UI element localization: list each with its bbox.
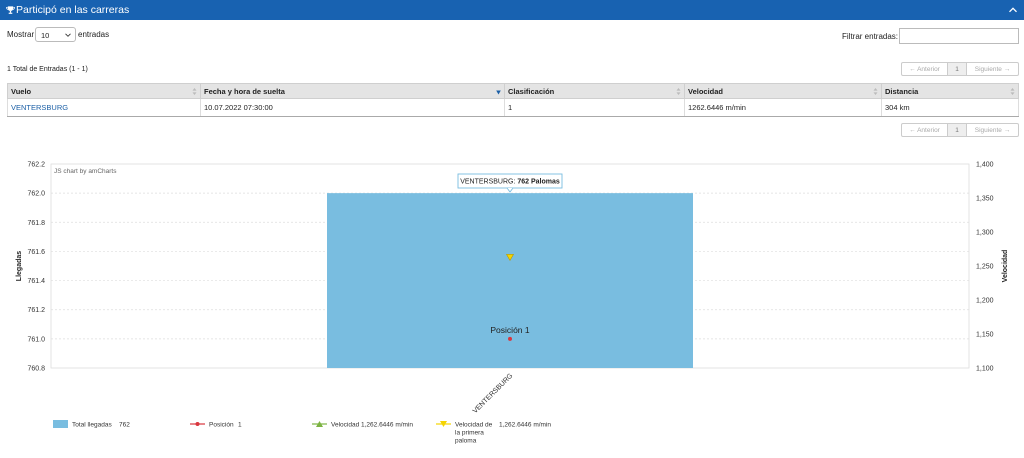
table-row: VENTERSBURG 10.07.2022 07:30:00 1 1262.6… — [7, 98, 1019, 117]
tooltip-text: VENTERSBURG: 762 Palomas — [460, 179, 560, 186]
panel-header[interactable]: Participó en las carreras — [0, 0, 1024, 20]
legend-value: 762 — [119, 422, 130, 429]
chevron-down-icon — [65, 33, 71, 37]
cell-velocidad: 1262.6446 m/min — [684, 98, 882, 117]
pager-page-button[interactable]: 1 — [948, 123, 967, 137]
bar-total-llegadas — [327, 193, 693, 368]
legend-value: 1 — [238, 422, 242, 429]
x-tick-label: VENTERSBURG — [472, 372, 515, 415]
column-header-velocidad[interactable]: Velocidad — [684, 83, 882, 99]
sort-icon — [1010, 88, 1015, 95]
y-axis-label-left: Llegadas — [16, 251, 23, 281]
cell-distancia: 304 km — [881, 98, 1019, 117]
pager-next-button[interactable]: Siguiente → — [967, 123, 1019, 137]
races-table: Vuelo Fecha y hora de suelta Clasificaci… — [7, 83, 1019, 117]
sort-desc-icon — [496, 90, 501, 95]
trophy-icon — [6, 6, 15, 14]
tooltip-category: VENTERSBURG: — [460, 179, 517, 186]
sort-icon — [676, 88, 681, 95]
sort-icon — [192, 88, 197, 95]
y-tick-label-right: 1,300 — [976, 230, 994, 237]
column-header-clasificacion[interactable]: Clasificación — [504, 83, 685, 99]
sort-icon — [873, 88, 878, 95]
y-tick-label-left: 761.8 — [27, 220, 45, 227]
pager-bottom: ← Anterior 1 Siguiente → — [901, 123, 1019, 137]
y-tick-label-left: 762.2 — [27, 162, 45, 169]
legend-label: Posición — [209, 422, 234, 429]
y-tick-label-right: 1,100 — [976, 366, 994, 373]
length-label: Mostrar — [7, 30, 35, 39]
posicion-label: Posición 1 — [490, 325, 529, 335]
cell-vuelo: VENTERSBURG — [7, 98, 201, 117]
y-tick-label-right: 1,200 — [976, 298, 994, 305]
column-header-fecha[interactable]: Fecha y hora de suelta — [200, 83, 505, 99]
legend-value: 1,262.6446 m/min — [499, 422, 551, 429]
chart-svg: 760.8 761.0 761.2 761.4 761.6 761.8 762.0 762.2… — [16, 162, 1009, 445]
legend-value: 1,262.6446 m/min — [361, 422, 413, 429]
pager-next-button[interactable]: Siguiente → — [967, 62, 1019, 76]
pager-prev-button[interactable]: ← Anterior — [901, 62, 948, 76]
legend-label: Velocidad de la primera paloma — [455, 422, 493, 445]
pager-top: ← Anterior 1 Siguiente → — [901, 62, 1019, 76]
y-tick-label-left: 761.4 — [27, 278, 45, 285]
legend-marker — [53, 420, 68, 428]
y-tick-label-left: 761.0 — [27, 336, 45, 343]
legend-label: Total llegadas — [72, 422, 112, 429]
length-suffix: entradas — [78, 30, 110, 39]
cell-fecha: 10.07.2022 07:30:00 — [200, 98, 505, 117]
y-tick-label-left: 760.8 — [27, 366, 45, 373]
length-select-value: 10 — [41, 31, 50, 40]
y-tick-label-right: 1,350 — [976, 196, 994, 203]
race-link[interactable]: VENTERSBURG — [11, 103, 68, 112]
length-select[interactable]: 10 — [35, 27, 76, 42]
filter-label: Filtrar entradas: — [842, 32, 899, 41]
pager-prev-button[interactable]: ← Anterior — [901, 123, 948, 137]
y-tick-label-left: 762.0 — [27, 191, 45, 198]
posicion-marker — [508, 336, 512, 341]
y-tick-label-right: 1,400 — [976, 162, 994, 169]
panel-title: Participó en las carreras — [16, 4, 130, 16]
table-info: 1 Total de Entradas (1 - 1) — [7, 66, 88, 73]
filter-input[interactable] — [899, 28, 1019, 44]
cell-clasificacion: 1 — [504, 98, 685, 117]
chevron-up-icon[interactable] — [1008, 5, 1018, 15]
y-tick-label-left: 761.6 — [27, 249, 45, 256]
column-header-distancia[interactable]: Distancia — [881, 83, 1019, 99]
tooltip-value: 762 Palomas — [517, 179, 560, 186]
y-tick-label-left: 761.2 — [27, 307, 45, 314]
y-tick-label-right: 1,150 — [976, 332, 994, 339]
legend-label: Velocidad — [331, 422, 360, 429]
y-tick-label-right: 1,250 — [976, 264, 994, 271]
legend-marker — [195, 422, 200, 426]
chart-credit: JS chart by amCharts — [54, 168, 117, 175]
arrivals-chart: 760.8 761.0 761.2 761.4 761.6 761.8 762.0 762.2… — [0, 150, 1024, 458]
pager-page-button[interactable]: 1 — [948, 62, 967, 76]
column-header-vuelo[interactable]: Vuelo — [7, 83, 201, 99]
y-axis-label-right: Velocidad — [1002, 250, 1009, 283]
